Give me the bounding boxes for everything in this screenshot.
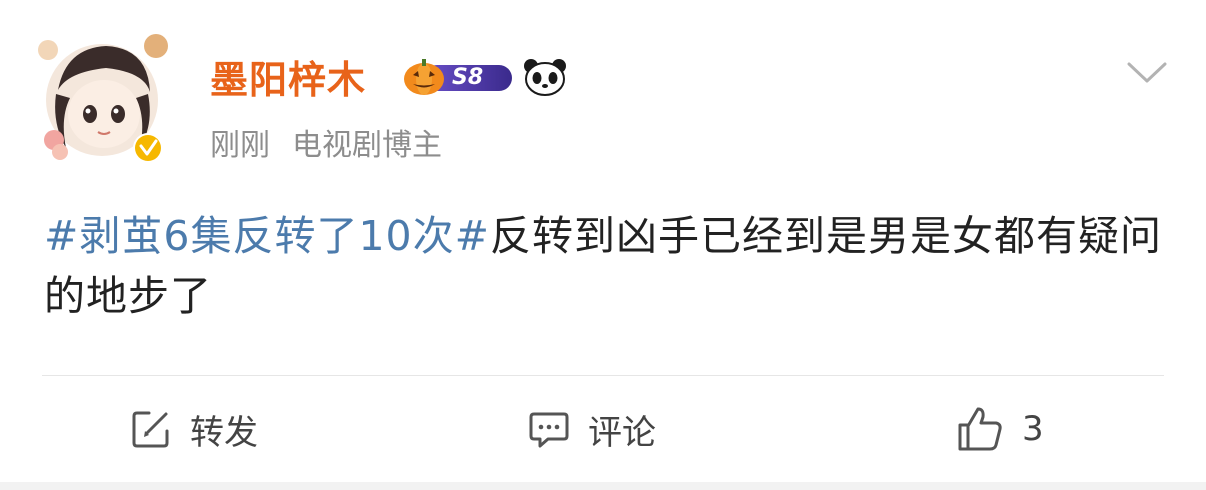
like-count: 3 — [1022, 409, 1044, 449]
user-role: 电视剧博主 — [292, 128, 442, 163]
panda-badge-icon[interactable] — [522, 57, 568, 97]
post-hashtag[interactable]: #剥茧6集反转了10次# — [44, 212, 490, 260]
user-badges: S8 — [402, 57, 568, 97]
comment-bubble-icon — [529, 412, 569, 448]
like-button[interactable]: 3 — [956, 404, 1044, 454]
weibo-post-card: 墨阳梓木 S8 刚刚 电视剧博主 #剥茧6集反转了10次#反转到凶手已经到是男是… — [0, 0, 1206, 482]
username[interactable]: 墨阳梓木 — [210, 52, 366, 108]
repost-button[interactable]: 转发 — [130, 404, 258, 454]
verified-badge-icon — [135, 135, 161, 161]
post-body: #剥茧6集反转了10次#反转到凶手已经到是男是女都有疑问的地步了 — [44, 206, 1164, 326]
edit-share-icon — [132, 411, 169, 448]
chevron-down-icon[interactable] — [1126, 60, 1168, 86]
comment-button[interactable]: 评论 — [528, 404, 656, 454]
comment-label: 评论 — [588, 412, 656, 453]
level-badge-text: S8 — [452, 65, 484, 90]
divider — [42, 375, 1164, 376]
post-timestamp: 刚刚 — [210, 128, 270, 163]
avatar[interactable] — [36, 28, 172, 168]
thumbs-up-icon — [958, 407, 1002, 451]
pumpkin-level-badge-icon — [404, 59, 444, 95]
post-meta: 刚刚 电视剧博主 — [210, 124, 442, 168]
level-badge[interactable]: S8 — [402, 57, 514, 97]
repost-label: 转发 — [190, 412, 258, 453]
